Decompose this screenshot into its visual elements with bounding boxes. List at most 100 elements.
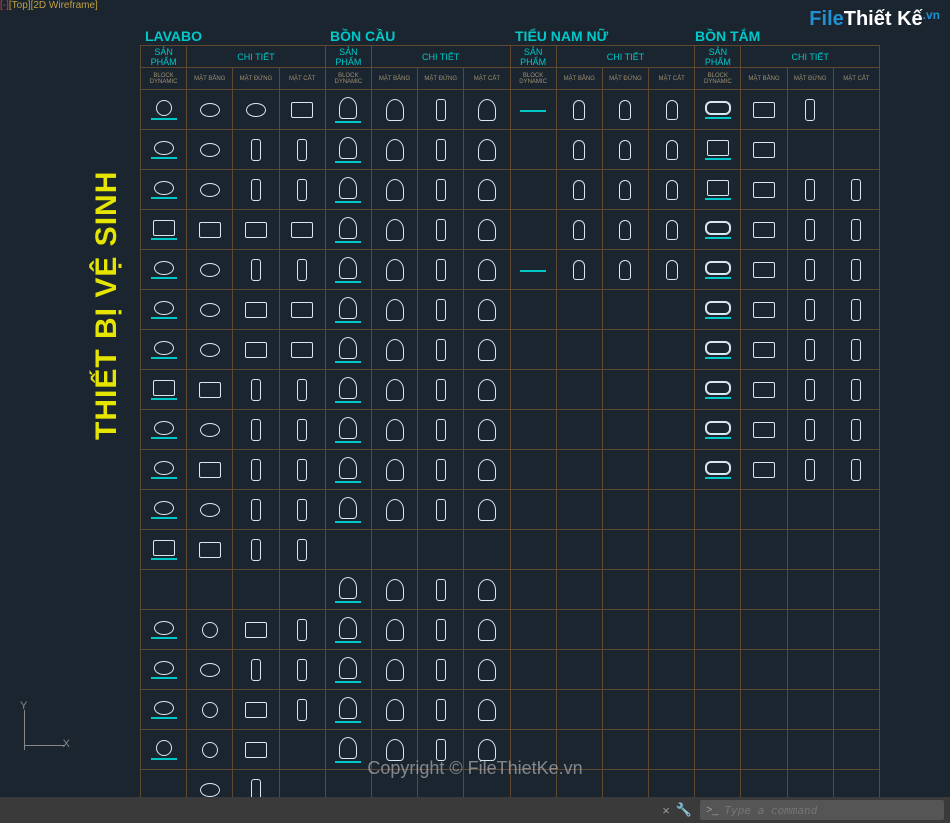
grid-cell[interactable] <box>418 130 464 170</box>
grid-cell[interactable] <box>556 490 602 530</box>
grid-cell[interactable] <box>787 330 833 370</box>
grid-cell[interactable] <box>233 130 279 170</box>
grid-cell[interactable] <box>187 170 233 210</box>
grid-cell[interactable] <box>418 210 464 250</box>
grid-cell[interactable] <box>556 130 602 170</box>
grid-cell[interactable] <box>464 570 510 610</box>
grid-cell[interactable] <box>279 690 325 730</box>
grid-cell[interactable] <box>741 450 787 490</box>
grid-cell[interactable] <box>649 730 695 770</box>
grid-cell[interactable] <box>556 290 602 330</box>
grid-cell[interactable] <box>233 290 279 330</box>
grid-cell[interactable] <box>602 610 648 650</box>
grid-cell[interactable] <box>187 570 233 610</box>
grid-cell[interactable] <box>695 490 741 530</box>
grid-cell[interactable] <box>233 650 279 690</box>
grid-cell[interactable] <box>187 330 233 370</box>
grid-cell[interactable] <box>602 330 648 370</box>
grid-cell[interactable] <box>371 370 417 410</box>
grid-cell[interactable] <box>141 290 187 330</box>
grid-cell[interactable] <box>464 450 510 490</box>
grid-cell[interactable] <box>833 490 879 530</box>
grid-cell[interactable] <box>233 490 279 530</box>
grid-cell[interactable] <box>464 290 510 330</box>
grid-cell[interactable] <box>649 130 695 170</box>
grid-cell[interactable] <box>141 250 187 290</box>
grid-cell[interactable] <box>187 450 233 490</box>
grid-cell[interactable] <box>187 530 233 570</box>
grid-cell[interactable] <box>187 90 233 130</box>
command-input-wrap[interactable]: >_ <box>700 800 944 820</box>
grid-cell[interactable] <box>602 250 648 290</box>
grid-cell[interactable] <box>510 250 556 290</box>
grid-cell[interactable] <box>141 610 187 650</box>
grid-cell[interactable] <box>371 450 417 490</box>
grid-cell[interactable] <box>325 90 371 130</box>
grid-cell[interactable] <box>371 690 417 730</box>
grid-cell[interactable] <box>741 730 787 770</box>
grid-cell[interactable] <box>833 330 879 370</box>
grid-cell[interactable] <box>371 90 417 130</box>
grid-cell[interactable] <box>464 250 510 290</box>
grid-cell[interactable] <box>510 370 556 410</box>
grid-cell[interactable] <box>833 410 879 450</box>
grid-cell[interactable] <box>141 530 187 570</box>
grid-cell[interactable] <box>695 690 741 730</box>
grid-cell[interactable] <box>464 130 510 170</box>
grid-cell[interactable] <box>510 90 556 130</box>
grid-cell[interactable] <box>187 250 233 290</box>
grid-cell[interactable] <box>464 330 510 370</box>
grid-cell[interactable] <box>787 690 833 730</box>
grid-cell[interactable] <box>602 410 648 450</box>
viewport-style[interactable]: [2D Wireframe] <box>31 0 98 11</box>
grid-cell[interactable] <box>833 170 879 210</box>
grid-cell[interactable] <box>233 570 279 610</box>
grid-cell[interactable] <box>602 210 648 250</box>
grid-cell[interactable] <box>141 570 187 610</box>
grid-cell[interactable] <box>371 170 417 210</box>
grid-cell[interactable] <box>510 690 556 730</box>
grid-cell[interactable] <box>233 90 279 130</box>
grid-cell[interactable] <box>556 730 602 770</box>
grid-cell[interactable] <box>279 650 325 690</box>
grid-cell[interactable] <box>602 130 648 170</box>
grid-cell[interactable] <box>418 730 464 770</box>
grid-cell[interactable] <box>833 610 879 650</box>
grid-cell[interactable] <box>187 490 233 530</box>
grid-cell[interactable] <box>187 730 233 770</box>
grid-cell[interactable] <box>556 90 602 130</box>
grid-cell[interactable] <box>233 610 279 650</box>
grid-cell[interactable] <box>602 370 648 410</box>
grid-cell[interactable] <box>833 690 879 730</box>
grid-cell[interactable] <box>833 90 879 130</box>
grid-cell[interactable] <box>141 90 187 130</box>
grid-cell[interactable] <box>464 410 510 450</box>
grid-cell[interactable] <box>510 290 556 330</box>
grid-cell[interactable] <box>464 90 510 130</box>
viewport-top[interactable]: [Top] <box>9 0 31 11</box>
grid-cell[interactable] <box>418 250 464 290</box>
grid-cell[interactable] <box>325 330 371 370</box>
grid-cell[interactable] <box>187 210 233 250</box>
grid-cell[interactable] <box>649 450 695 490</box>
grid-cell[interactable] <box>371 210 417 250</box>
grid-cell[interactable] <box>649 90 695 130</box>
grid-cell[interactable] <box>649 530 695 570</box>
grid-cell[interactable] <box>649 410 695 450</box>
grid-cell[interactable] <box>464 170 510 210</box>
grid-cell[interactable] <box>741 530 787 570</box>
grid-cell[interactable] <box>787 450 833 490</box>
grid-cell[interactable] <box>695 530 741 570</box>
command-input[interactable] <box>725 804 944 817</box>
grid-cell[interactable] <box>649 690 695 730</box>
grid-cell[interactable] <box>833 290 879 330</box>
grid-cell[interactable] <box>556 410 602 450</box>
grid-cell[interactable] <box>279 730 325 770</box>
grid-cell[interactable] <box>279 490 325 530</box>
grid-cell[interactable] <box>787 570 833 610</box>
grid-cell[interactable] <box>325 610 371 650</box>
grid-cell[interactable] <box>141 330 187 370</box>
grid-cell[interactable] <box>787 370 833 410</box>
grid-cell[interactable] <box>233 410 279 450</box>
grid-cell[interactable] <box>510 530 556 570</box>
